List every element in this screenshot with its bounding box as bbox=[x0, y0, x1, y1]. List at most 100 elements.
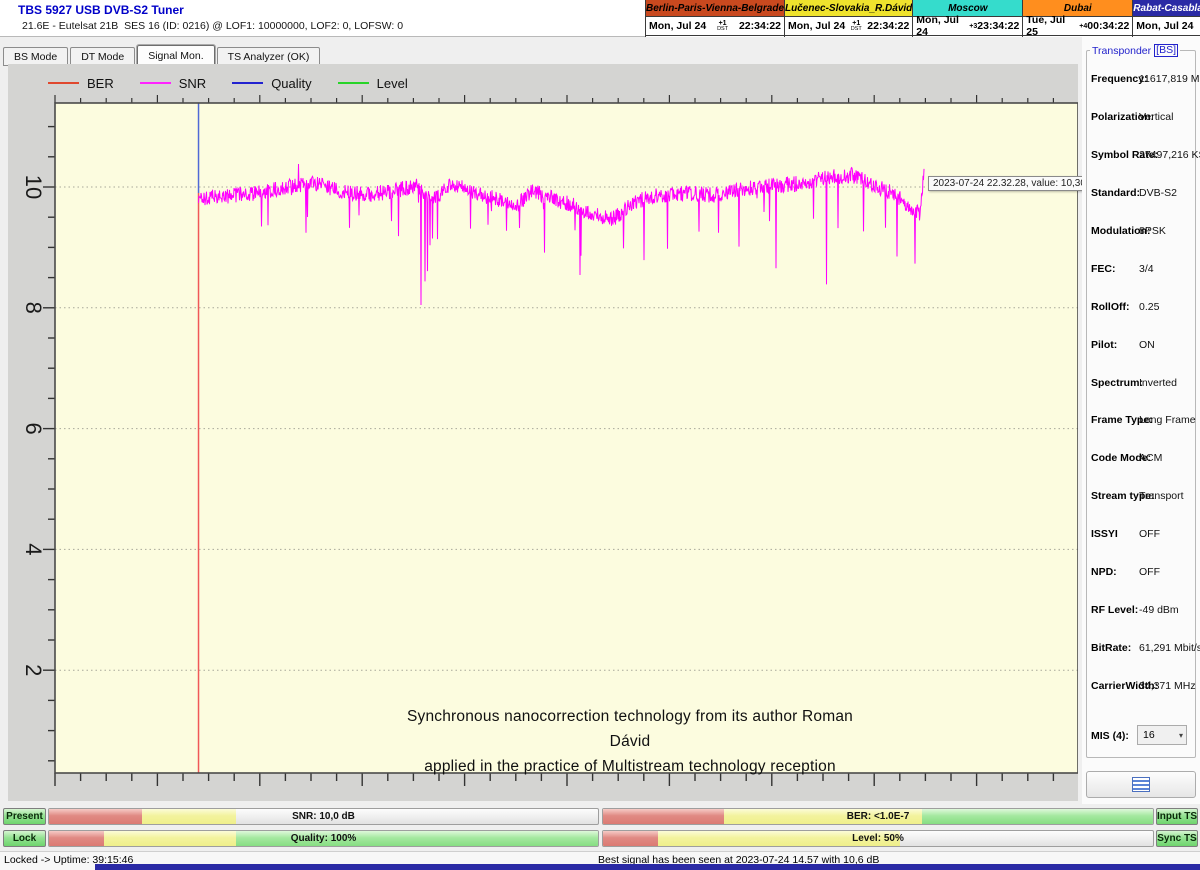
legend-item-snr: SNR bbox=[140, 76, 206, 91]
mis-select[interactable]: 16 ▾ bbox=[1137, 725, 1187, 745]
transponder-row-label: RollOff: bbox=[1091, 301, 1130, 313]
clock-utc-offset: +4 bbox=[1079, 23, 1087, 30]
app-window: TBS 5927 USB DVB-S2 Tuner 21.6E - Eutels… bbox=[0, 0, 1200, 870]
clock-time-row: Tue, Jul 25 +4 00:34:22 bbox=[1023, 17, 1132, 36]
transponder-row-value: 0.25 bbox=[1139, 301, 1159, 313]
mis-label: MIS (4): bbox=[1091, 730, 1129, 742]
clock-time-row: Mon, Jul 24 +1 21:34:22 bbox=[1133, 17, 1200, 36]
transponder-row: Symbol Rate:27497,216 KS/s bbox=[1091, 149, 1195, 163]
svg-text:2: 2 bbox=[21, 664, 46, 676]
clock-date: Mon, Jul 24 bbox=[916, 14, 969, 38]
transponder-row: Pilot:ON bbox=[1091, 339, 1195, 353]
transponder-row-label: ISSYI bbox=[1091, 528, 1118, 540]
clock-date: Mon, Jul 24 bbox=[649, 20, 706, 32]
transponder-row-value: DVB-S2 bbox=[1139, 187, 1177, 199]
clock-cell-rabat: Rabat-Casablanca-London Mon, Jul 24 +1 2… bbox=[1132, 0, 1200, 37]
legend-item-quality: Quality bbox=[232, 76, 311, 91]
transponder-row: NPD: OFF bbox=[1091, 566, 1195, 580]
transponder-panel: Transponder [BS] MIS (4): 16 ▾ Frequency… bbox=[1082, 37, 1200, 804]
legend-swatch bbox=[48, 82, 79, 84]
clock-date: Mon, Jul 24 bbox=[788, 20, 845, 32]
transponder-row-label: NPD: bbox=[1091, 566, 1117, 578]
transponder-row-label: FEC: bbox=[1091, 263, 1116, 275]
transponder-row-label: RF Level: bbox=[1091, 604, 1138, 616]
present-button[interactable]: Present bbox=[3, 808, 46, 825]
transponder-row-value: Inverted bbox=[1139, 377, 1177, 389]
level-progressbar: Level: 50% bbox=[602, 830, 1154, 847]
legend-swatch bbox=[232, 82, 263, 84]
transponder-row-value: -49 dBm bbox=[1139, 604, 1179, 616]
transponder-row-value: Vertical bbox=[1139, 111, 1173, 123]
clock-cell-moscow: Moscow Mon, Jul 24 +3 23:34:22 bbox=[912, 0, 1022, 37]
clock-cell-berlin: Berlin-Paris-Vienna-Belgrade Mon, Jul 24… bbox=[645, 0, 784, 37]
clock-name: Lučenec-Slovakia_R.Dávid bbox=[785, 0, 912, 17]
clock-time: 22:34:22 bbox=[739, 20, 781, 32]
legend-item-level: Level bbox=[338, 76, 408, 91]
transponder-row: Spectrum:Inverted bbox=[1091, 377, 1195, 391]
transponder-row-value: ACM bbox=[1139, 452, 1162, 464]
tab-signal-mon[interactable]: Signal Mon. bbox=[137, 45, 214, 66]
clock-time: 23:34:22 bbox=[977, 20, 1019, 32]
transponder-row-label: BitRate: bbox=[1091, 642, 1131, 654]
signal-chart[interactable]: 2 4 6 8 10 bbox=[8, 64, 1078, 801]
taskbar-strip bbox=[95, 864, 1200, 870]
transponder-row: Frequency:11617,819 MHz bbox=[1091, 73, 1195, 87]
ber-progressbar: BER: <1.0E-7 bbox=[602, 808, 1154, 825]
transponder-row: Frame Type:Long Frame bbox=[1091, 414, 1195, 428]
transponder-row-label: Spectrum: bbox=[1091, 377, 1143, 389]
progressbar-text: SNR: 10,0 dB bbox=[49, 809, 598, 824]
clock-cell-lucenec: Lučenec-Slovakia_R.Dávid Mon, Jul 24 +1 … bbox=[784, 0, 912, 37]
svg-text:4: 4 bbox=[21, 543, 46, 555]
clock-cell-dubai: Dubai Tue, Jul 25 +4 00:34:22 bbox=[1022, 0, 1132, 37]
clock-name: Rabat-Casablanca-London bbox=[1133, 0, 1200, 17]
clock-date: Mon, Jul 24 bbox=[1136, 20, 1193, 32]
indicator-panel: Present Lock SNR: 10,0 dB Quality: 100% … bbox=[0, 804, 1200, 851]
lock-button[interactable]: Lock bbox=[3, 830, 46, 847]
transponder-row: FEC:3/4 bbox=[1091, 263, 1195, 277]
input-ts-button[interactable]: Input TS bbox=[1156, 808, 1198, 825]
list-icon bbox=[1132, 777, 1150, 792]
sync-ts-button[interactable]: Sync TS bbox=[1156, 830, 1198, 847]
transponder-row-value: ON bbox=[1139, 339, 1155, 351]
transponder-title: Transponder [BS] bbox=[1090, 44, 1180, 57]
transponder-row-value: 61,291 Mbit/s bbox=[1139, 642, 1200, 654]
transponder-row-value: OFF bbox=[1139, 566, 1160, 578]
svg-text:8: 8 bbox=[21, 302, 46, 314]
progressbar-text: BER: <1.0E-7 bbox=[603, 809, 1153, 824]
legend-swatch bbox=[338, 82, 369, 84]
transponder-row-label: Standard: bbox=[1091, 187, 1140, 199]
clock-name: Berlin-Paris-Vienna-Belgrade bbox=[646, 0, 784, 17]
clock-utc-offset: +1 DST bbox=[851, 20, 862, 33]
transponder-row-value: 34,371 MHz bbox=[1139, 680, 1196, 692]
quality-progressbar: Quality: 100% bbox=[48, 830, 599, 847]
transponder-row-value: Transport bbox=[1139, 490, 1184, 502]
clock-time: 22:34:22 bbox=[867, 20, 909, 32]
chart-annotation: Synchronous nanocorrection technology fr… bbox=[385, 704, 875, 779]
transponder-row: Stream type:Transport bbox=[1091, 490, 1195, 504]
progressbar-text: Quality: 100% bbox=[49, 831, 598, 846]
transponder-group: Transponder [BS] MIS (4): 16 ▾ Frequency… bbox=[1086, 50, 1196, 758]
legend-item-ber: BER bbox=[48, 76, 114, 91]
svg-text:6: 6 bbox=[21, 422, 46, 434]
app-subtitle: 21.6E - Eutelsat 21B SES 16 (ID: 0216) @… bbox=[22, 20, 403, 32]
legend-swatch bbox=[140, 82, 171, 84]
clock-utc-offset: +3 bbox=[969, 23, 977, 30]
transponder-row: RF Level:-49 dBm bbox=[1091, 604, 1195, 618]
transponder-row: ISSYIOFF bbox=[1091, 528, 1195, 542]
app-title: TBS 5927 USB DVB-S2 Tuner bbox=[18, 3, 184, 17]
world-clocks: Berlin-Paris-Vienna-Belgrade Mon, Jul 24… bbox=[645, 0, 1200, 37]
chevron-down-icon: ▾ bbox=[1179, 731, 1186, 740]
clock-utc-offset: +1 DST bbox=[717, 20, 728, 33]
transponder-row: Modulation:8PSK bbox=[1091, 225, 1195, 239]
clock-time: 00:34:22 bbox=[1087, 20, 1129, 32]
progressbar-text: Level: 50% bbox=[603, 831, 1153, 846]
clock-time-row: Mon, Jul 24 +1 DST 22:34:22 bbox=[785, 17, 912, 36]
svg-text:10: 10 bbox=[21, 175, 46, 199]
tab-bar: BS Mode DT Mode Signal Mon. TS Analyzer … bbox=[3, 45, 320, 66]
panel-button[interactable] bbox=[1086, 771, 1196, 798]
chart-legend: BER SNR Quality Level bbox=[48, 74, 434, 92]
clock-date: Tue, Jul 25 bbox=[1026, 14, 1079, 38]
transponder-row-value: Long Frame bbox=[1139, 414, 1196, 426]
transponder-row: RollOff: 0.25 bbox=[1091, 301, 1195, 315]
transponder-row-value: 11617,819 MHz bbox=[1139, 73, 1200, 85]
